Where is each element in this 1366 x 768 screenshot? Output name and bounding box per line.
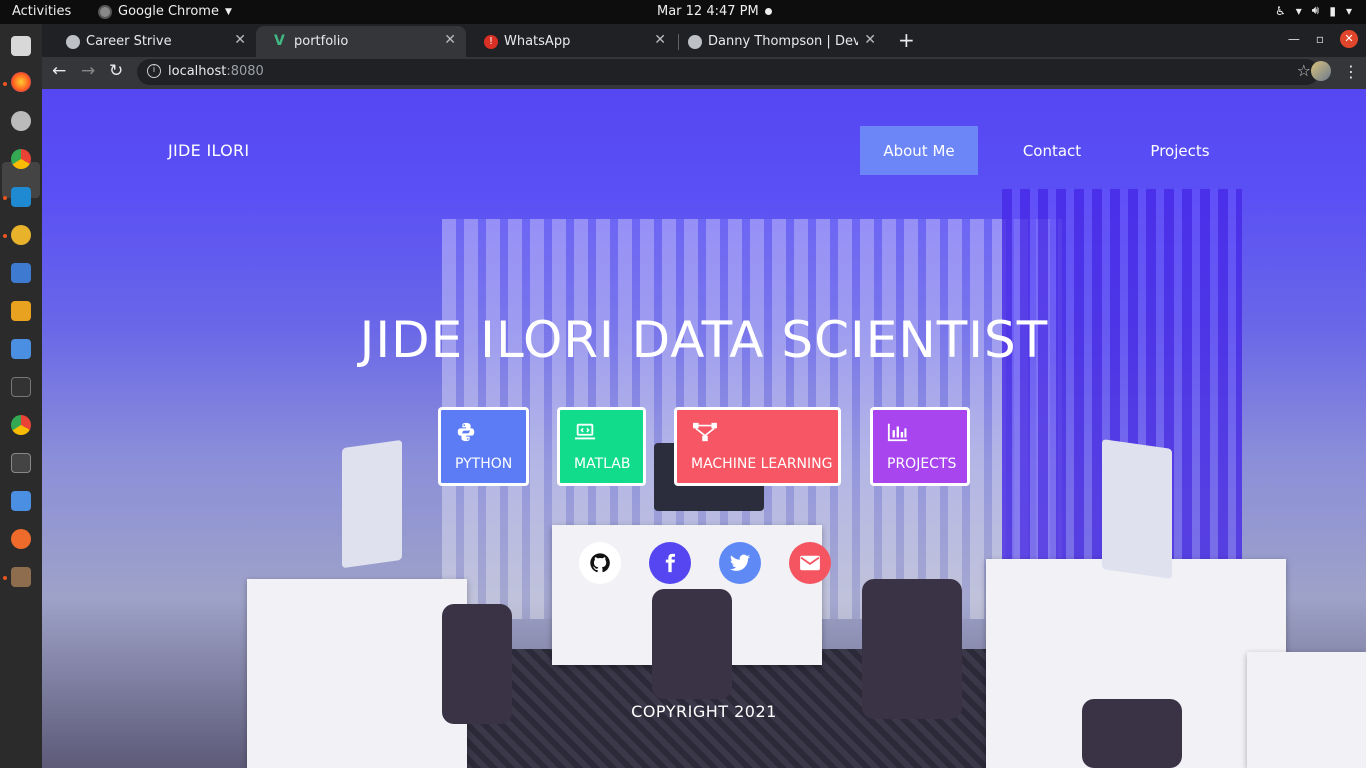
remote-desktop-icon[interactable] [11,339,31,359]
project-diagram-icon [693,422,717,442]
error-icon: ! [484,35,498,49]
app-menu[interactable]: Google Chrome ▼ [98,4,232,19]
site-info-icon[interactable]: i [147,64,161,78]
nav-about-me[interactable]: About Me [860,126,978,175]
system-top-bar: Activities Google Chrome ▼ Mar 12 4:47 P… [0,0,1366,24]
folder-icon[interactable] [11,567,31,587]
skill-card-projects[interactable]: PROJECTS [870,407,970,486]
close-icon[interactable]: ✕ [654,32,666,48]
volume-icon[interactable]: 🔊︎ [1312,3,1320,18]
browser-toolbar: ← → ↻ i localhost:8080 ☆ ⋮ [42,57,1366,89]
globe-icon [66,35,80,49]
firefox-icon[interactable] [11,72,31,92]
nav-contact[interactable]: Contact [978,126,1126,175]
chromium-icon[interactable] [11,415,31,435]
site-nav: About Me Contact Projects [860,126,1234,175]
skill-label: MATLAB [574,456,631,472]
close-icon[interactable]: ✕ [234,32,246,48]
copyright-text: COPYRIGHT 2021 [631,702,777,721]
chart-bar-icon [887,423,908,442]
minimize-button[interactable]: — [1288,32,1300,46]
chevron-down-icon: ▾ [1345,3,1352,18]
settings-icon[interactable] [11,111,31,131]
reload-button[interactable]: ↻ [109,61,123,81]
github-icon [590,553,610,573]
skill-label: MACHINE LEARNING [691,456,833,472]
clock[interactable]: Mar 12 4:47 PM [657,4,759,19]
skill-card-machine-learning[interactable]: MACHINE LEARNING [674,407,841,486]
rhythmbox-icon[interactable] [11,225,31,245]
url-host: localhost [168,64,227,79]
browser-menu-icon[interactable]: ⋮ [1343,62,1359,81]
skill-card-matlab[interactable]: MATLAB [557,407,646,486]
accessibility-icon[interactable]: ♿ [1275,4,1286,18]
skill-card-python[interactable]: PYTHON [438,407,529,486]
facebook-icon [665,553,675,573]
facebook-link[interactable] [649,542,691,584]
chrome-app-icon [98,4,112,19]
twitter-link[interactable] [719,542,761,584]
system-tray[interactable]: ♿ ▾ 🔊︎ ▮ ▾ [1275,3,1352,18]
files-window-icon[interactable] [11,36,31,56]
chrome-icon[interactable] [11,149,31,169]
laptop-code-icon [574,423,596,440]
tab-portfolio[interactable]: V portfolio ✕ [256,26,466,57]
window-close-button[interactable]: ✕ [1340,30,1358,48]
text-editor-icon[interactable] [11,263,31,283]
compass-icon[interactable] [11,529,31,549]
forward-button[interactable]: → [81,61,95,81]
envelope-icon [800,555,820,571]
profile-avatar[interactable] [1311,61,1331,81]
chevron-down-icon: ▾ [1295,3,1302,18]
skill-label: PROJECTS [887,456,957,472]
tab-label: portfolio [294,34,349,49]
dock: ⋮⋮⋮ [0,24,56,768]
vscode-icon[interactable] [11,187,31,207]
chevron-down-icon: ▼ [224,6,232,17]
bookmark-star-icon[interactable]: ☆ [1297,61,1311,80]
notification-dot-icon [765,8,772,15]
activities-button[interactable]: Activities [12,4,71,19]
url-text[interactable]: localhost:8080 [168,64,264,79]
close-icon[interactable]: ✕ [444,32,456,48]
new-tab-button[interactable]: + [898,28,915,52]
tab-label: WhatsApp [504,34,571,49]
tab-label: Danny Thompson | Develo [708,34,858,49]
nav-projects[interactable]: Projects [1126,126,1234,175]
restore-button[interactable]: ▫ [1316,32,1324,46]
app-menu-label: Google Chrome [118,4,219,19]
address-bar[interactable]: i localhost:8080 ☆ [137,59,1319,85]
tab-label: Career Strive [86,34,172,49]
battery-icon[interactable]: ▮ [1329,4,1336,18]
terminal-icon[interactable] [11,377,31,397]
twitter-icon [729,554,751,571]
hero-title: JIDE ILORI DATA SCIENTIST [359,311,1049,369]
vue-logo-icon: V [274,33,285,49]
github-link[interactable] [579,542,621,584]
close-icon[interactable]: ✕ [864,32,876,48]
python-icon [457,422,475,442]
browser-tab-strip: Career Strive ✕ V portfolio ✕ ! WhatsApp… [42,24,1366,57]
globe-icon [688,35,702,49]
office-icon[interactable] [11,301,31,321]
tab-danny-thompson[interactable]: Danny Thompson | Develo ✕ [676,26,886,57]
tab-career-strive[interactable]: Career Strive ✕ [48,26,256,57]
site-brand[interactable]: JIDE ILORI [168,141,249,160]
email-link[interactable] [789,542,831,584]
screenshot-icon[interactable] [11,491,31,511]
tab-whatsapp[interactable]: ! WhatsApp ✕ [466,26,676,57]
back-button[interactable]: ← [52,61,66,81]
window-controls: — ▫ ✕ [1288,30,1358,48]
skill-label: PYTHON [455,456,513,472]
url-port: :8080 [226,64,264,79]
portfolio-page: JIDE ILORI About Me Contact Projects JID… [42,89,1366,768]
system-monitor-icon[interactable] [11,453,31,473]
